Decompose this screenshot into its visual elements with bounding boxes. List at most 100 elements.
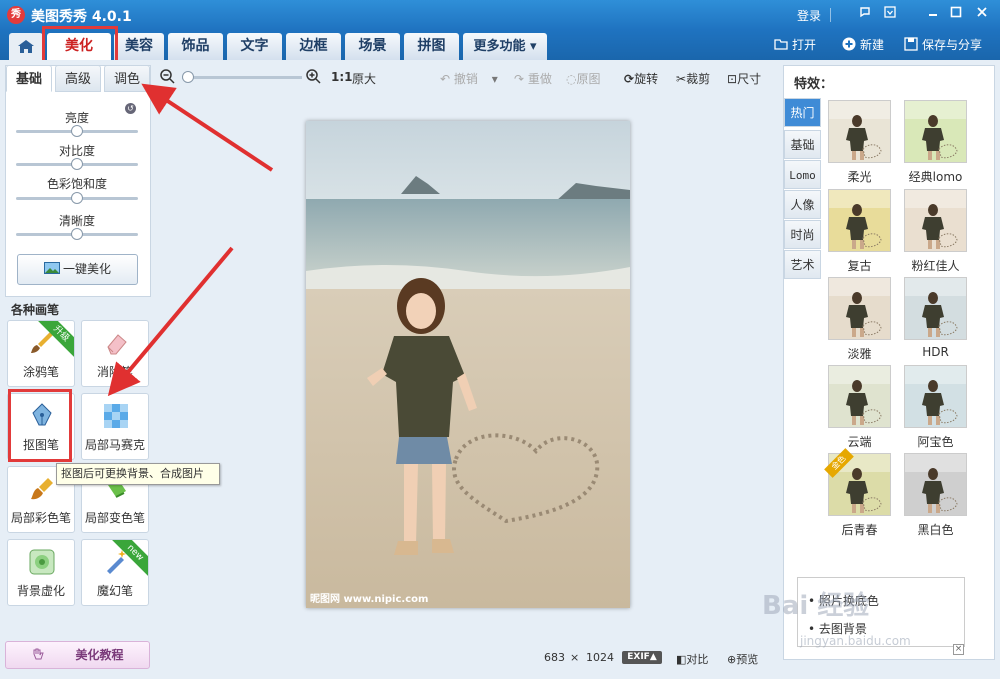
tab-face[interactable]: 美容 [114, 33, 164, 60]
redo-icon: ↷ [514, 72, 525, 86]
effect-item[interactable]: HDR [904, 277, 967, 359]
effect-item[interactable]: 金色 后青春 [824, 448, 891, 538]
one-key-beautify-button[interactable]: 一键美化 [17, 254, 138, 285]
resize-button[interactable]: ⊡尺寸 [727, 70, 761, 87]
category-lomo[interactable]: Lomo [784, 160, 821, 189]
resize-icon: ⊡ [727, 72, 738, 86]
compare-button[interactable]: ◧对比 [676, 651, 708, 667]
brushes-title: 各种画笔 [11, 303, 60, 317]
rotate-icon: ⟳ [624, 72, 635, 86]
doodle-brush-button[interactable]: 升级 涂鸦笔 [7, 320, 75, 387]
tab-advanced[interactable]: 高级 [55, 65, 101, 92]
photo-watermark: 昵图网 www.nipic.com [310, 594, 429, 605]
redo-button[interactable]: ↷ 重做 [514, 70, 552, 87]
menu-bar: 美化 美容 饰品 文字 边框 场景 拼图 更多功能 ▾ 打开 新建 保存与分享 [0, 30, 1000, 60]
tab-basic[interactable]: 基础 [6, 65, 52, 92]
mosaic-brush-button[interactable]: 局部马赛克 [81, 393, 149, 460]
crop-label: 裁剪 [686, 72, 711, 86]
original-image-button[interactable]: ◌原图 [566, 70, 601, 87]
effect-item[interactable]: 阿宝色 [904, 365, 967, 450]
crop-button[interactable]: ✂裁剪 [676, 70, 710, 87]
effect-label: HDR [922, 345, 949, 359]
image-height: 1024 [586, 651, 614, 664]
effect-label: 黑白色 [917, 523, 954, 537]
baidu-watermark-url: jingyan.baidu.com [800, 634, 911, 648]
contrast-slider[interactable] [16, 158, 138, 170]
magic-brush-button[interactable]: new 魔幻笔 [81, 539, 149, 606]
slider-knob[interactable] [71, 158, 83, 170]
redo-label: 重做 [527, 72, 552, 86]
effect-label: 经典lomo [908, 170, 963, 184]
saturation-label: 色彩饱和度 [46, 177, 107, 191]
zoom-in-icon[interactable] [306, 69, 321, 87]
blur-icon [29, 549, 55, 575]
zoom-slider[interactable] [182, 76, 302, 79]
category-art[interactable]: 艺术 [784, 250, 821, 279]
tab-color[interactable]: 调色 [104, 65, 150, 92]
resize-label: 尺寸 [737, 72, 762, 86]
tab-text[interactable]: 文字 [227, 33, 282, 60]
menu-icon[interactable] [881, 6, 899, 24]
new-button[interactable]: 新建 [842, 36, 884, 53]
effect-item[interactable]: 复古 [828, 189, 891, 274]
folder-icon [774, 39, 788, 50]
effect-item[interactable]: 淡雅 [828, 277, 891, 362]
effect-thumbnail [904, 365, 967, 428]
open-button[interactable]: 打开 [774, 36, 816, 53]
tips-close-icon[interactable]: × [953, 644, 964, 655]
photo-canvas[interactable]: 昵图网 www.nipic.com [306, 121, 630, 608]
category-popular[interactable]: 热门 [784, 98, 821, 127]
effect-item[interactable]: 黑白色 [904, 453, 967, 538]
category-portrait[interactable]: 人像 [784, 190, 821, 219]
tab-scene[interactable]: 场景 [345, 33, 400, 60]
app-title: 美图秀秀 4.0.1 [31, 9, 132, 25]
dimension-separator: × [570, 651, 580, 664]
effect-label: 复古 [847, 259, 872, 273]
undo-dropdown-icon[interactable]: ▾ [492, 72, 498, 86]
exif-button[interactable]: EXIF▲ [622, 651, 662, 664]
effect-item[interactable]: 粉红佳人 [904, 189, 967, 274]
zoom-ratio[interactable]: 1:1 [331, 70, 353, 84]
slider-knob[interactable] [71, 192, 83, 204]
chevron-down-icon: ▾ [530, 39, 537, 54]
effect-item[interactable]: 柔光 [828, 100, 891, 185]
category-basic[interactable]: 基础 [784, 130, 821, 159]
effect-thumbnail [904, 189, 967, 252]
effect-thumbnail [904, 100, 967, 163]
slider-knob[interactable] [71, 125, 83, 137]
effect-thumbnail [904, 453, 967, 516]
skin-icon[interactable] [856, 6, 874, 24]
close-icon[interactable] [973, 6, 991, 24]
plus-circle-icon [842, 37, 856, 51]
preview-button[interactable]: ⊕预览 [727, 651, 758, 667]
undo-button[interactable]: ↶ 撤销 ▾ [440, 70, 498, 87]
zoom-out-icon[interactable] [160, 69, 175, 87]
tab-decor[interactable]: 饰品 [168, 33, 223, 60]
maximize-icon[interactable] [947, 6, 965, 24]
effect-label: 粉红佳人 [911, 259, 960, 273]
background-blur-button[interactable]: 背景虚化 [7, 539, 75, 606]
slider-knob[interactable] [71, 228, 83, 240]
beautify-tutorial-button[interactable]: 美化教程 [5, 641, 150, 669]
title-separator [830, 8, 831, 22]
magic-brush-label: 魔幻笔 [96, 584, 133, 598]
rotate-button[interactable]: ⟳旋转 [624, 70, 658, 87]
home-tab[interactable] [9, 33, 43, 60]
saturation-slider[interactable] [16, 192, 138, 204]
original-size-button[interactable]: 原大 [352, 70, 376, 87]
effect-item[interactable]: 经典lomo [904, 100, 967, 185]
effect-label: 柔光 [847, 170, 872, 184]
eraser-brush-button[interactable]: 消除笔 [81, 320, 149, 387]
category-fashion[interactable]: 时尚 [784, 220, 821, 249]
brightness-slider[interactable] [16, 125, 138, 137]
minimize-icon[interactable] [924, 6, 942, 24]
effect-item[interactable]: 云端 [828, 365, 891, 450]
tab-collage[interactable]: 拼图 [404, 33, 459, 60]
tab-frame[interactable]: 边框 [286, 33, 341, 60]
zoom-slider-knob[interactable] [182, 71, 194, 83]
sharpness-slider[interactable] [16, 228, 138, 240]
preview-icon: ⊕ [727, 653, 737, 666]
tab-more[interactable]: 更多功能 ▾ [463, 33, 547, 60]
login-link[interactable]: 登录 [797, 7, 821, 24]
save-share-button[interactable]: 保存与分享 [904, 36, 982, 53]
